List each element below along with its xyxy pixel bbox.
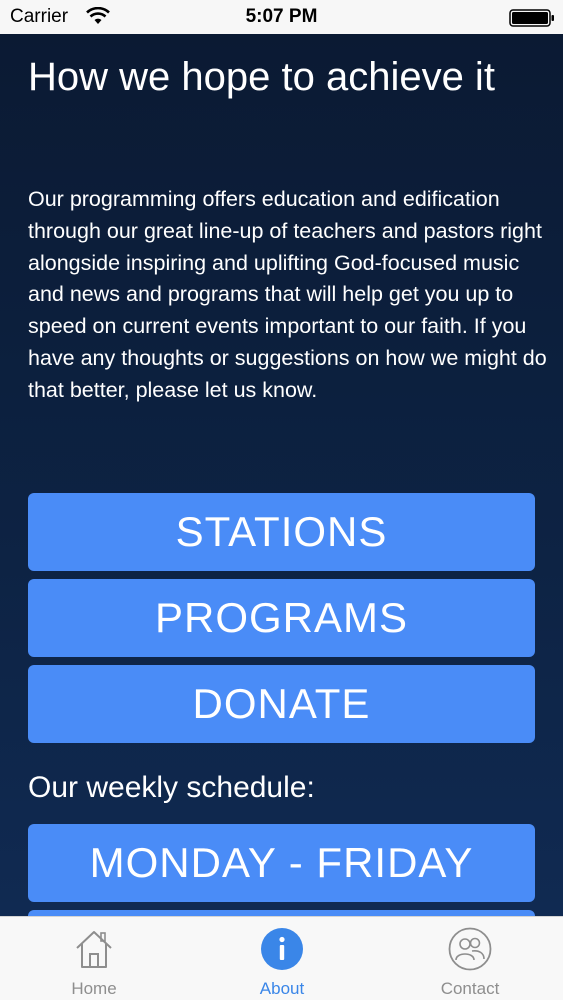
tab-about-label: About: [259, 979, 305, 998]
about-content: How we hope to achieve it Our programmin…: [0, 34, 563, 916]
info-icon: [261, 928, 303, 970]
contacts-icon: [448, 927, 492, 971]
tab-about[interactable]: About: [188, 917, 376, 1001]
battery-icon: [509, 9, 554, 27]
stations-button[interactable]: STATIONS: [28, 493, 535, 571]
status-bar: Carrier 5:07 PM: [0, 0, 563, 34]
schedule-heading: Our weekly schedule:: [28, 771, 315, 804]
tab-contact[interactable]: Contact: [376, 917, 563, 1001]
donate-button[interactable]: DONATE: [28, 665, 535, 743]
tab-bar: Home About Contact: [0, 916, 563, 1000]
tab-home-label: Home: [71, 979, 117, 998]
status-time: 5:07 PM: [245, 6, 318, 27]
monday-friday-button[interactable]: MONDAY - FRIDAY: [28, 824, 535, 902]
page-title: How we hope to achieve it: [28, 55, 495, 99]
tab-contact-label: Contact: [440, 979, 500, 998]
programs-button[interactable]: PROGRAMS: [28, 579, 535, 657]
intro-text: Our programming offers education and edi…: [28, 187, 547, 402]
home-icon: [76, 931, 112, 968]
tab-home[interactable]: Home: [0, 917, 188, 1001]
